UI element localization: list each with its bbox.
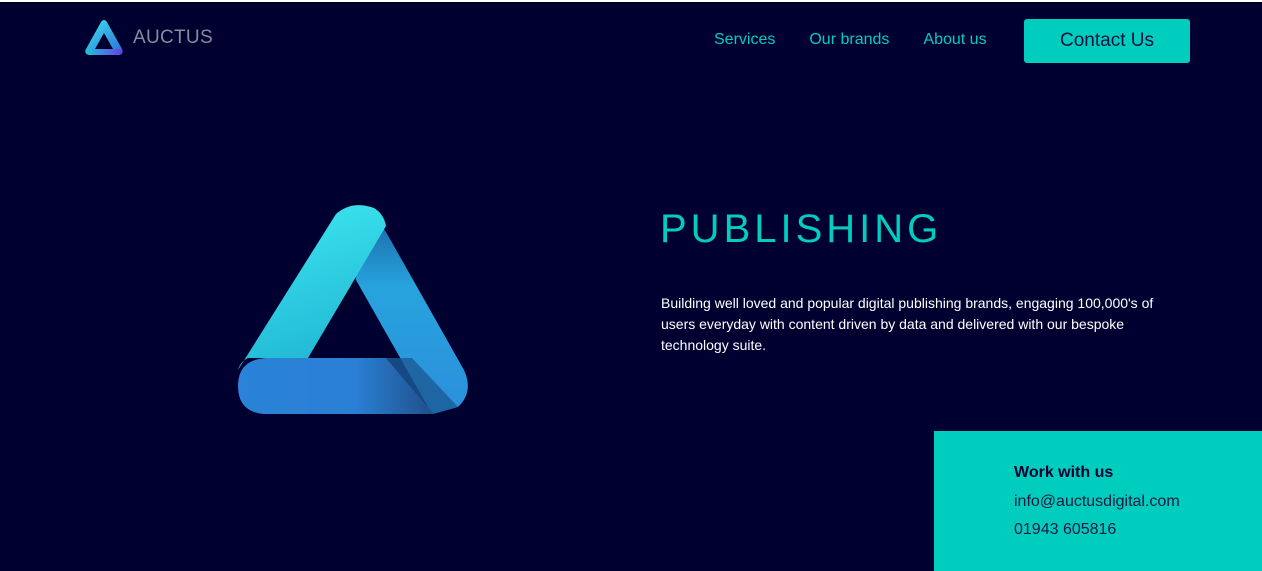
email-link[interactable]: info@auctusdigital.com — [1014, 493, 1180, 511]
nav-services[interactable]: Services — [714, 31, 775, 49]
logo-text: AUCTUS — [133, 27, 213, 48]
page-title: PUBLISHING — [660, 207, 943, 251]
phone-link[interactable]: 01943 605816 — [1014, 521, 1116, 539]
auctus-logo-icon — [85, 20, 123, 55]
main-nav: Services Our brands About us — [714, 31, 1021, 49]
nav-our-brands[interactable]: Our brands — [809, 31, 889, 49]
work-heading: Work with us — [1014, 464, 1114, 481]
contact-us-button[interactable]: Contact Us — [1024, 19, 1190, 63]
hero-description: Building well loved and popular digital … — [661, 295, 1154, 353]
nav-about-us[interactable]: About us — [923, 31, 986, 49]
triangle-logo-icon — [238, 205, 468, 414]
work-with-us-panel: Work with us info@auctusdigital.com 0194… — [934, 431, 1262, 571]
page: AUCTUS Services Our brands About us Cont… — [0, 0, 1262, 571]
site-logo[interactable]: AUCTUS — [84, 19, 213, 57]
